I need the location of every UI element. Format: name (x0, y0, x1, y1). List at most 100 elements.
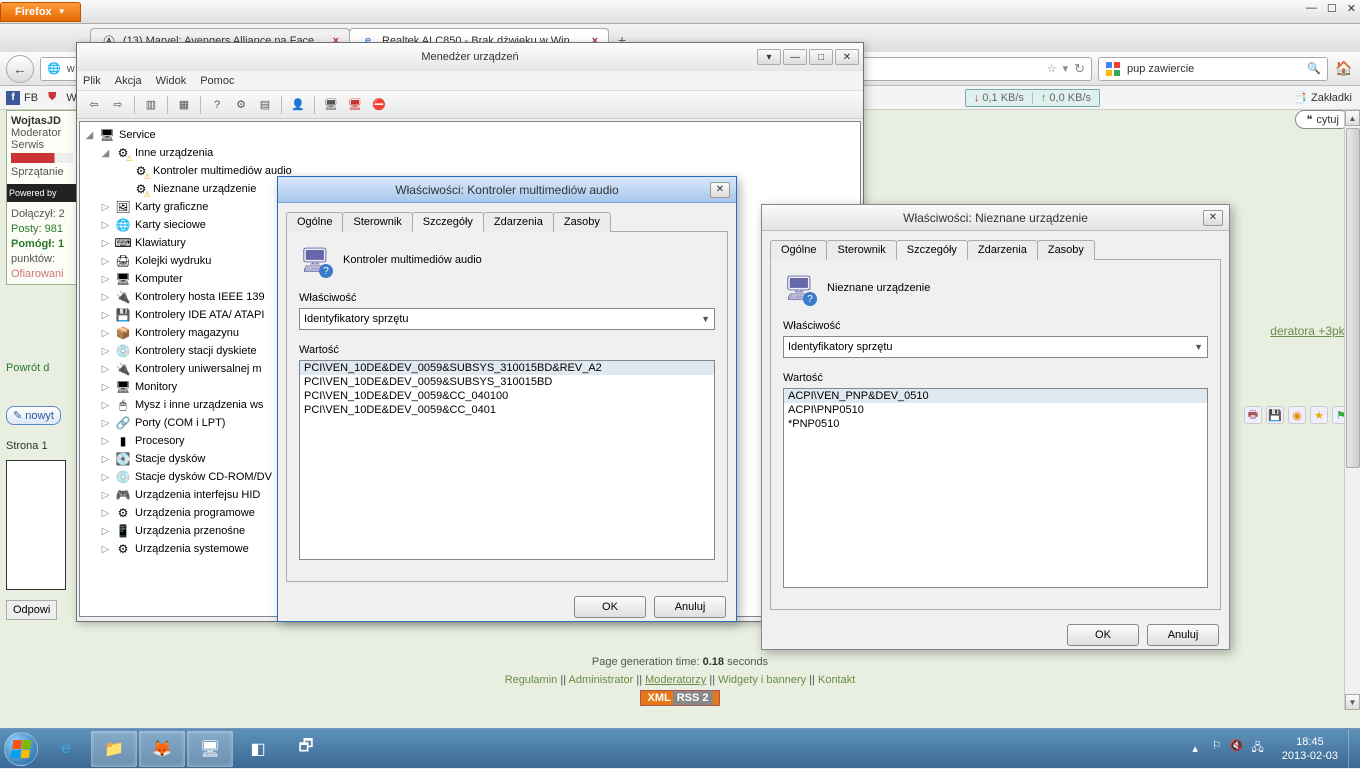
refresh-icon[interactable]: ◉ (1288, 406, 1306, 424)
update-driver-icon[interactable]: 🖥 (320, 94, 342, 116)
expand-icon[interactable]: ▷ (100, 418, 111, 429)
bookmark-item[interactable]: ⛊ (48, 91, 56, 104)
tree-category[interactable]: ◢⚙Inne urządzenia (82, 144, 858, 162)
expand-icon[interactable]: ▷ (100, 400, 111, 411)
footer-link[interactable]: Kontakt (818, 674, 855, 686)
minimize-icon[interactable]: — (783, 49, 807, 65)
taskbar-explorer[interactable]: 📁 (91, 731, 137, 767)
tab-general[interactable]: Ogólne (770, 240, 827, 260)
value-listbox[interactable]: PCI\VEN_10DE&DEV_0059&SUBSYS_310015BD&RE… (299, 360, 715, 560)
list-item[interactable]: PCI\VEN_10DE&DEV_0059&CC_0401 (300, 403, 714, 417)
uninstall-icon[interactable]: 🖥 (344, 94, 366, 116)
moderator-points-link[interactable]: deratora +3pkt (1270, 324, 1348, 338)
dialog-titlebar[interactable]: Właściwości: Kontroler multimediów audio… (278, 177, 736, 203)
taskbar-devmgr[interactable]: 🖥 (187, 731, 233, 767)
dialog-titlebar[interactable]: Właściwości: Nieznane urządzenie ✕ (762, 205, 1229, 231)
cancel-button[interactable]: Anuluj (1147, 624, 1219, 646)
expand-icon[interactable]: ▷ (100, 238, 111, 249)
list-item[interactable]: PCI\VEN_10DE&DEV_0059&SUBSYS_310015BD (300, 375, 714, 389)
tree-root[interactable]: ◢🖥Service (82, 126, 858, 144)
expand-icon[interactable]: ▷ (100, 220, 111, 231)
cancel-button[interactable]: Anuluj (654, 596, 726, 618)
bookmarks-menu[interactable]: 📑Zakładki (1293, 91, 1352, 104)
expand-icon[interactable]: ▷ (100, 310, 111, 321)
list-item[interactable]: ACPI\PNP0510 (784, 403, 1207, 417)
flag-icon[interactable]: ⚐ (1212, 739, 1222, 758)
tab-events[interactable]: Zdarzenia (483, 212, 554, 232)
tab-driver[interactable]: Sterownik (826, 240, 896, 260)
home-button[interactable]: 🏠 (1334, 59, 1354, 79)
google-icon[interactable] (1105, 61, 1121, 77)
expand-icon[interactable]: ▷ (100, 454, 111, 465)
expand-icon[interactable]: ▷ (100, 292, 111, 303)
menu-action[interactable]: Akcja (115, 75, 142, 87)
nav-back-icon[interactable]: ⇦ (83, 94, 105, 116)
reply-textarea[interactable] (6, 460, 66, 590)
quote-button[interactable]: ❝cytuj (1295, 110, 1350, 129)
menu-help[interactable]: Pomoc (200, 75, 234, 87)
save-icon[interactable]: 💾 (1266, 406, 1284, 424)
taskbar-app[interactable]: ◧ (235, 731, 281, 767)
scroll-down-icon[interactable]: ▼ (1345, 694, 1360, 710)
start-button[interactable] (0, 729, 42, 769)
collapse-icon[interactable]: ◢ (84, 130, 95, 141)
url-dropdown-icon[interactable]: ▾ (1063, 62, 1069, 75)
scroll-thumb[interactable] (1346, 128, 1360, 468)
list-item[interactable]: *PNP0510 (784, 417, 1207, 431)
reload-icon[interactable]: ↻ (1074, 61, 1085, 77)
scan-hardware-icon[interactable]: 👤 (287, 94, 309, 116)
close-icon[interactable]: ✕ (835, 49, 859, 65)
tray-expand-icon[interactable]: ▴ (1186, 742, 1204, 755)
tab-resources[interactable]: Zasoby (553, 212, 611, 232)
help-icon[interactable]: ? (206, 94, 228, 116)
tab-details[interactable]: Szczegóły (896, 240, 968, 260)
user-name[interactable]: WojtasJD (11, 115, 73, 127)
expand-icon[interactable]: ▷ (100, 364, 111, 375)
search-icon[interactable]: 🔍 (1307, 62, 1321, 75)
collapse-icon[interactable]: ◢ (100, 148, 111, 159)
show-desktop-button[interactable] (1348, 730, 1360, 768)
view-icon[interactable]: ▤ (254, 94, 276, 116)
tab-general[interactable]: Ogólne (286, 212, 343, 232)
expand-icon[interactable]: ▷ (100, 202, 111, 213)
nav-forward-icon[interactable]: ⇨ (107, 94, 129, 116)
scroll-up-icon[interactable]: ▲ (1345, 110, 1360, 126)
star-icon[interactable]: ★ (1310, 406, 1328, 424)
expand-icon[interactable]: ▷ (100, 490, 111, 501)
maximize-button[interactable]: ☐ (1327, 2, 1337, 15)
list-item[interactable]: ACPI\VEN_PNP&DEV_0510 (784, 389, 1207, 403)
close-icon[interactable]: ✕ (710, 182, 730, 198)
expand-icon[interactable]: ▷ (100, 328, 111, 339)
property-select[interactable]: Identyfikatory sprzętu▼ (299, 308, 715, 330)
tab-driver[interactable]: Sterownik (342, 212, 412, 232)
taskbar-app[interactable]: 🗗 (283, 731, 329, 767)
tab-details[interactable]: Szczegóły (412, 212, 484, 232)
list-item[interactable]: PCI\VEN_10DE&DEV_0059&SUBSYS_310015BD&RE… (300, 361, 714, 375)
show-hide-tree-icon[interactable]: ▥ (140, 94, 162, 116)
window-titlebar[interactable]: Menedżer urządzeń ▾ — □ ✕ (77, 43, 863, 71)
taskbar-ie[interactable]: e (43, 731, 89, 767)
xml-rss-badge[interactable]: XMLRSS 2 (640, 690, 719, 706)
print-icon[interactable]: 🖶 (1244, 406, 1262, 424)
expand-icon[interactable]: ▷ (100, 436, 111, 447)
disable-icon[interactable]: ⛔ (368, 94, 390, 116)
list-item[interactable]: PCI\VEN_10DE&DEV_0059&CC_040100 (300, 389, 714, 403)
value-listbox[interactable]: ACPI\VEN_PNP&DEV_0510 ACPI\PNP0510 *PNP0… (783, 388, 1208, 588)
network-icon[interactable]: 🖧 (1251, 739, 1263, 758)
help-dropdown-icon[interactable]: ▾ (757, 49, 781, 65)
close-icon[interactable]: ✕ (1203, 210, 1223, 226)
footer-link[interactable]: Administrator (569, 674, 634, 686)
back-button[interactable]: ← (6, 55, 34, 83)
action-icon[interactable]: ⚙ (230, 94, 252, 116)
firefox-menu-button[interactable]: Firefox▼ (0, 2, 81, 22)
expand-icon[interactable]: ▷ (100, 544, 111, 555)
minimize-button[interactable]: — (1306, 2, 1317, 15)
taskbar-firefox[interactable]: 🦊 (139, 731, 185, 767)
tab-resources[interactable]: Zasoby (1037, 240, 1095, 260)
footer-link[interactable]: Widgety i bannery (718, 674, 806, 686)
maximize-icon[interactable]: □ (809, 49, 833, 65)
close-button[interactable]: ✕ (1347, 2, 1356, 15)
new-topic-button[interactable]: ✎nowyt (6, 406, 61, 425)
menu-view[interactable]: Widok (156, 75, 187, 87)
site-identity-icon[interactable]: 🌐 (47, 62, 61, 75)
